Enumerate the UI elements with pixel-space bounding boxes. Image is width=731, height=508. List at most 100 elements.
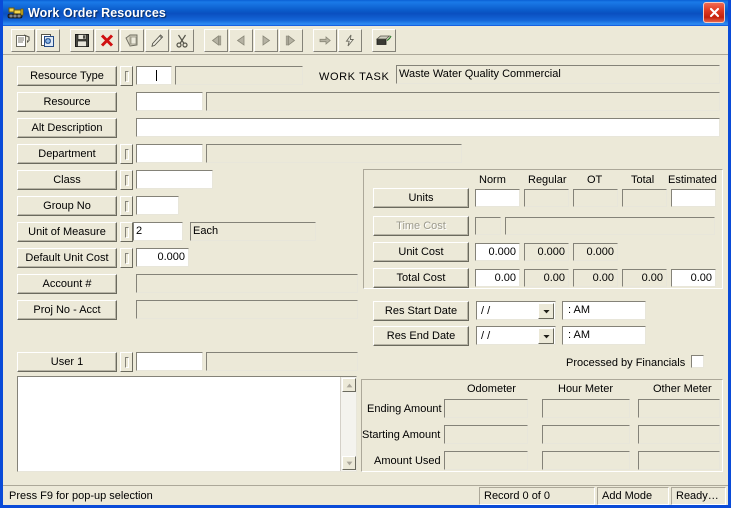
resource-label: Resource — [43, 95, 91, 108]
first-record-button[interactable] — [204, 28, 228, 52]
department-description — [206, 144, 462, 163]
alt-description-input[interactable] — [136, 118, 720, 137]
goto-button[interactable] — [313, 28, 337, 52]
alt-description-label: Alt Description — [31, 121, 103, 134]
work-task-value: Waste Water Quality Commercial — [396, 65, 720, 84]
cost-column-header-ot: OT — [587, 174, 603, 186]
last-record-icon — [285, 34, 296, 46]
alt-description-button[interactable]: Alt Description — [17, 118, 117, 138]
scroll-up-icon[interactable] — [342, 378, 356, 392]
unit-cost-norm-input[interactable]: 0.000 — [475, 243, 520, 261]
previous-record-button[interactable] — [229, 28, 253, 52]
resource-button[interactable]: Resource — [17, 92, 117, 112]
paste-button[interactable] — [120, 28, 144, 52]
user-1-button[interactable]: User 1 — [17, 352, 117, 372]
units-label: Units — [408, 191, 434, 204]
chevron-down-icon[interactable] — [538, 303, 554, 319]
department-button[interactable]: Department — [17, 144, 117, 164]
default-unit-cost-input[interactable]: 0.000 — [136, 248, 189, 267]
resource-type-code-input[interactable] — [136, 66, 172, 85]
default-unit-cost-button[interactable]: Default Unit Cost — [17, 248, 117, 268]
res-start-time-input[interactable]: : AM — [562, 301, 646, 320]
res-end-date-value: / / — [481, 329, 491, 342]
units-total-value — [622, 189, 667, 207]
total-cost-estimated-input[interactable]: 0.00 — [671, 269, 716, 287]
titlebar[interactable]: Work Order Resources — [3, 0, 728, 26]
cost-column-header-total: Total — [631, 174, 655, 186]
class-button[interactable]: Class — [17, 170, 117, 190]
ending-amount-odometer-value — [444, 399, 528, 418]
resource-type-description — [175, 66, 303, 85]
statusbar: Press F9 for pop-up selection Record 0 o… — [3, 485, 728, 505]
meter-column-header-odometer: Odometer — [467, 383, 516, 395]
units-button[interactable]: Units — [373, 188, 469, 208]
time-cost-label: Time Cost — [396, 219, 446, 232]
class-label: Class — [53, 173, 81, 186]
last-record-button[interactable] — [279, 28, 303, 52]
next-record-button[interactable] — [254, 28, 278, 52]
unit-of-measure-label: Unit of Measure — [28, 225, 106, 238]
time-cost-code-value — [475, 217, 501, 235]
cost-column-header-regular: Regular — [528, 174, 567, 186]
group-no-button[interactable]: Group No — [17, 196, 117, 216]
exit-button[interactable] — [372, 28, 396, 52]
class-lookup-button[interactable] — [120, 170, 133, 190]
proj-no-acct-label: Proj No - Acct — [33, 303, 101, 316]
user-1-lookup-button[interactable] — [120, 352, 133, 372]
account-no-button[interactable]: Account # — [17, 274, 117, 294]
total-cost-button[interactable]: Total Cost — [373, 268, 469, 288]
paste-icon — [125, 34, 138, 46]
cut-button[interactable] — [170, 28, 194, 52]
unit-of-measure-lookup-button[interactable] — [120, 222, 133, 242]
res-end-time-input[interactable]: : AM — [562, 326, 646, 345]
group-no-code-input[interactable] — [136, 196, 179, 215]
proj-no-acct-button[interactable]: Proj No - Acct — [17, 300, 117, 320]
department-code-input[interactable] — [136, 144, 203, 163]
processed-by-financials-checkbox[interactable] — [691, 355, 704, 368]
delete-button[interactable] — [95, 28, 119, 52]
user-1-description — [206, 352, 358, 371]
res-start-date-button[interactable]: Res Start Date — [373, 301, 469, 321]
execute-button[interactable] — [338, 28, 362, 52]
default-unit-cost-label: Default Unit Cost — [25, 251, 109, 264]
res-end-date-label: Res End Date — [386, 329, 456, 342]
department-lookup-button[interactable] — [120, 144, 133, 164]
goto-arrow-icon — [319, 35, 331, 45]
unit-cost-button[interactable]: Unit Cost — [373, 242, 469, 262]
scroll-down-icon[interactable] — [342, 456, 356, 470]
resource-type-label: Resource Type — [30, 69, 104, 82]
units-norm-input[interactable] — [475, 189, 520, 207]
notes-scrollbar[interactable] — [340, 377, 356, 471]
properties-button[interactable] — [11, 28, 35, 52]
close-button[interactable] — [703, 2, 725, 23]
res-end-date-input[interactable]: / / — [476, 326, 556, 345]
account-no-value — [136, 274, 358, 293]
default-unit-cost-lookup-button[interactable] — [120, 248, 133, 268]
res-start-date-label: Res Start Date — [384, 304, 458, 317]
resource-type-button[interactable]: Resource Type — [17, 66, 117, 86]
meter-column-header-hour: Hour Meter — [558, 383, 614, 395]
user-1-code-input[interactable] — [136, 352, 203, 371]
total-cost-total-value: 0.00 — [622, 269, 667, 287]
edit-button[interactable] — [145, 28, 169, 52]
total-cost-norm-input[interactable]: 0.00 — [475, 269, 520, 287]
notes-memo[interactable] — [17, 376, 357, 472]
toolbar-separator-3 — [304, 40, 313, 41]
toolbar-separator-4 — [363, 40, 372, 41]
unit-of-measure-button[interactable]: Unit of Measure — [17, 222, 117, 242]
res-start-date-input[interactable]: / / — [476, 301, 556, 320]
copy-record-button[interactable] — [36, 28, 60, 52]
group-no-lookup-button[interactable] — [120, 196, 133, 216]
save-button[interactable] — [70, 28, 94, 52]
first-record-icon — [211, 34, 222, 46]
lightning-icon — [345, 34, 355, 46]
unit-of-measure-code-input[interactable]: 2 — [133, 222, 183, 241]
units-estimated-input[interactable] — [671, 189, 716, 207]
time-cost-button: Time Cost — [373, 216, 469, 236]
res-end-date-button[interactable]: Res End Date — [373, 326, 469, 346]
resource-code-input[interactable] — [136, 92, 203, 111]
edit-pencil-icon — [151, 33, 164, 47]
resource-type-lookup-button[interactable] — [120, 66, 133, 86]
chevron-down-icon-2[interactable] — [538, 328, 554, 344]
class-code-input[interactable] — [136, 170, 213, 189]
